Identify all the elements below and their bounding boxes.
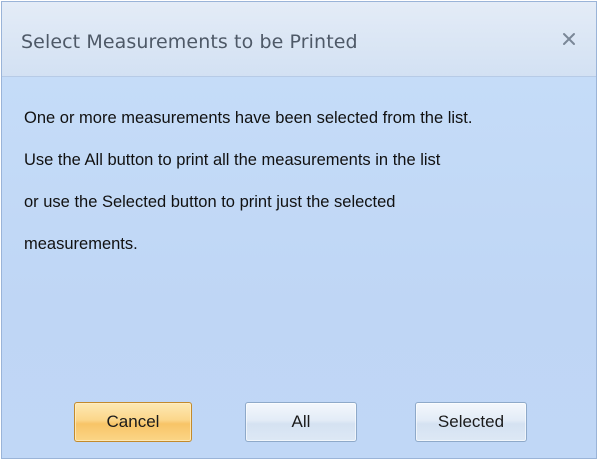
all-button[interactable]: All — [245, 402, 357, 442]
message-line: One or more measurements have been selec… — [24, 109, 473, 127]
all-button-label: All — [291, 412, 311, 431]
dialog-title-bar[interactable]: Select Measurements to be Printed — [2, 2, 596, 77]
print-measurements-dialog: Select Measurements to be Printed One or… — [1, 1, 597, 459]
dialog-message: One or more measurements have been selec… — [24, 87, 584, 276]
cancel-button-label: Cancel — [106, 412, 160, 431]
message-line: measurements. — [24, 235, 138, 253]
message-line: Use the All button to print all the meas… — [24, 151, 441, 169]
cancel-button[interactable]: Cancel — [74, 402, 192, 442]
dialog-title: Select Measurements to be Printed — [21, 31, 358, 53]
close-icon — [563, 33, 575, 45]
selected-button[interactable]: Selected — [415, 402, 527, 442]
selected-button-label: Selected — [437, 412, 505, 431]
message-line: or use the Selected button to print just… — [24, 193, 396, 211]
dialog-content: One or more measurements have been selec… — [2, 77, 596, 458]
close-button[interactable] — [556, 26, 582, 52]
